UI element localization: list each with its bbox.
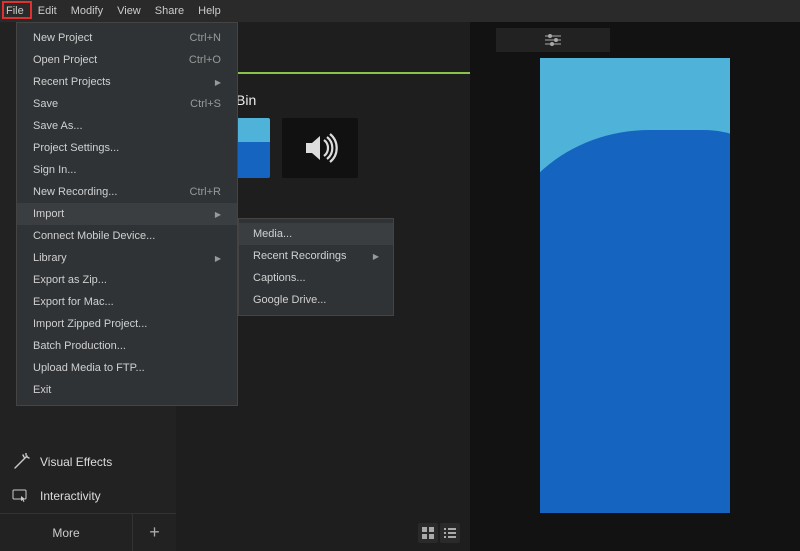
wand-icon: [12, 453, 30, 471]
menu-item-recent-projects[interactable]: Recent Projects▶: [17, 71, 237, 93]
menubar: File Edit Modify View Share Help: [0, 0, 800, 22]
menu-share[interactable]: Share: [155, 5, 184, 17]
menu-item-new-recording[interactable]: New Recording...Ctrl+R: [17, 181, 237, 203]
chevron-right-icon: ▶: [215, 78, 221, 87]
speaker-icon: [300, 128, 340, 168]
submenu-item-captions[interactable]: Captions...: [239, 267, 393, 289]
grid-view-button[interactable]: [418, 523, 438, 543]
menu-view[interactable]: View: [117, 5, 141, 17]
menu-item-export-mac[interactable]: Export for Mac...: [17, 291, 237, 313]
submenu-item-media[interactable]: Media...: [239, 223, 393, 245]
preview-canvas[interactable]: [540, 58, 730, 513]
menu-item-upload-ftp[interactable]: Upload Media to FTP...: [17, 357, 237, 379]
menu-item-connect-mobile[interactable]: Connect Mobile Device...: [17, 225, 237, 247]
menu-item-project-settings[interactable]: Project Settings...: [17, 137, 237, 159]
list-view-button[interactable]: [440, 523, 460, 543]
menu-item-library[interactable]: Library▶: [17, 247, 237, 269]
menu-item-import-zipped[interactable]: Import Zipped Project...: [17, 313, 237, 335]
menu-item-sign-in[interactable]: Sign In...: [17, 159, 237, 181]
sidebar-label: Interactivity: [40, 489, 101, 503]
sidebar-label: Visual Effects: [40, 455, 112, 469]
menu-item-export-zip[interactable]: Export as Zip...: [17, 269, 237, 291]
sliders-icon: [545, 34, 561, 46]
wave-graphic: [540, 130, 730, 513]
chevron-right-icon: ▶: [373, 252, 379, 261]
menu-item-exit[interactable]: Exit: [17, 379, 237, 401]
media-thumb-audio[interactable]: [282, 118, 358, 178]
menu-edit[interactable]: Edit: [38, 5, 57, 17]
file-menu: New ProjectCtrl+N Open ProjectCtrl+O Rec…: [16, 22, 238, 406]
menu-item-save[interactable]: SaveCtrl+S: [17, 93, 237, 115]
chevron-right-icon: ▶: [215, 210, 221, 219]
chevron-right-icon: ▶: [215, 254, 221, 263]
sidebar-more-row: More +: [0, 513, 176, 551]
more-button[interactable]: More: [0, 518, 132, 548]
menu-item-save-as[interactable]: Save As...: [17, 115, 237, 137]
preview-panel: [470, 22, 800, 551]
submenu-item-google-drive[interactable]: Google Drive...: [239, 289, 393, 311]
menu-item-import[interactable]: Import▶: [17, 203, 237, 225]
menu-item-new-project[interactable]: New ProjectCtrl+N: [17, 27, 237, 49]
menu-item-batch[interactable]: Batch Production...: [17, 335, 237, 357]
sidebar-visual-effects[interactable]: Visual Effects: [0, 445, 176, 479]
menu-file[interactable]: File: [6, 5, 24, 17]
add-button[interactable]: +: [132, 514, 176, 551]
menu-item-open-project[interactable]: Open ProjectCtrl+O: [17, 49, 237, 71]
interactivity-icon: [12, 487, 30, 505]
submenu-item-recent-recordings[interactable]: Recent Recordings▶: [239, 245, 393, 267]
menu-modify[interactable]: Modify: [71, 5, 103, 17]
import-submenu: Media... Recent Recordings▶ Captions... …: [238, 218, 394, 316]
view-toggles: [176, 515, 470, 551]
menu-help[interactable]: Help: [198, 5, 221, 17]
properties-button[interactable]: [496, 28, 610, 52]
sidebar-interactivity[interactable]: Interactivity: [0, 479, 176, 513]
